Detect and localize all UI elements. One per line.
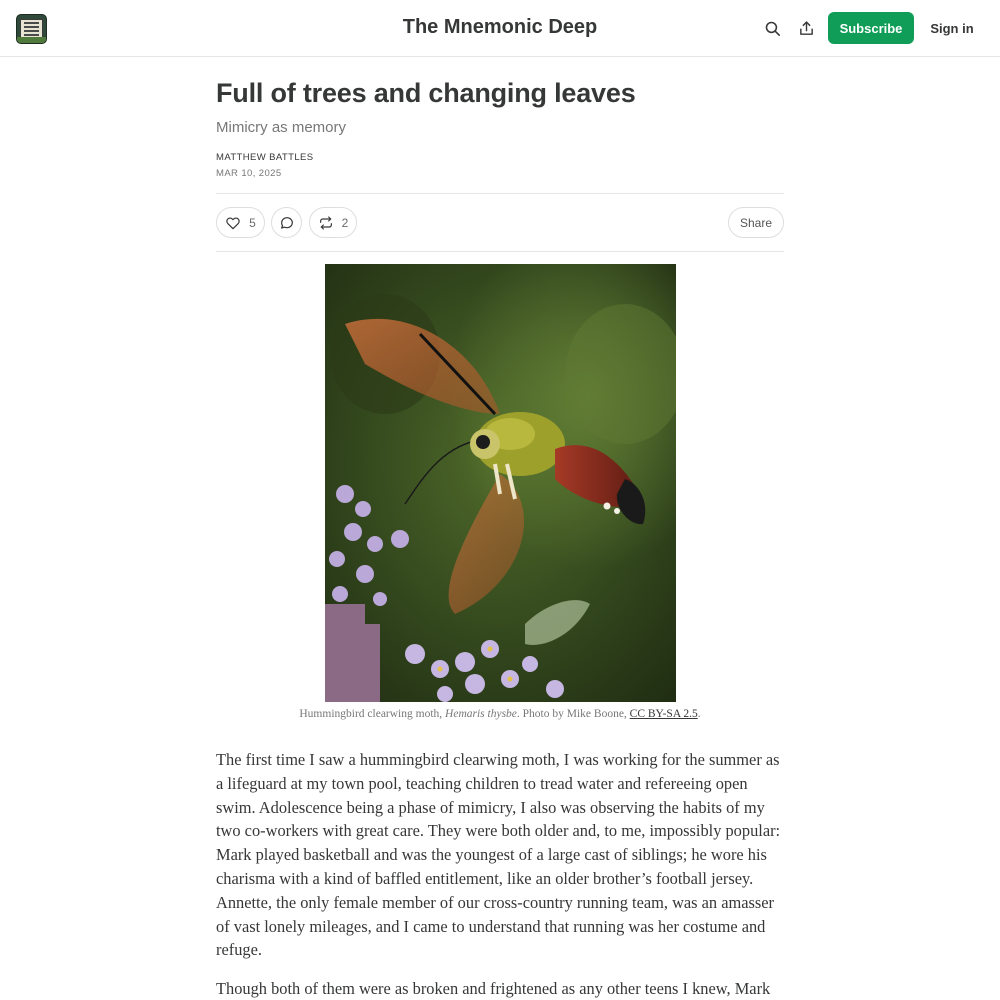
heart-icon — [226, 216, 240, 229]
divider-top — [216, 193, 784, 194]
body-paragraph-2: Though both of them were as broken and f… — [216, 979, 771, 998]
moth-photo[interactable] — [325, 264, 676, 702]
caption-prefix: Hummingbird clearwing moth, — [299, 708, 446, 720]
hummingbird-moth-image — [325, 264, 676, 702]
like-count: 5 — [249, 215, 256, 230]
post-date: MAR 10, 2025 — [216, 168, 282, 179]
search-icon[interactable] — [761, 17, 783, 39]
author-name[interactable]: MATTHEW BATTLES — [216, 152, 313, 163]
comment-icon — [280, 216, 293, 229]
restack-count: 2 — [341, 215, 349, 230]
caption-species: Hemaris thysbe — [445, 708, 517, 720]
caption-credit: . Photo by Mike Boone, — [516, 708, 630, 720]
share-button[interactable]: Share — [728, 207, 784, 238]
restack-button[interactable]: 2 — [309, 207, 357, 238]
divider-bottom — [216, 251, 784, 252]
top-navigation-bar: The Mnemonic Deep Subscribe Sign in — [0, 0, 1000, 57]
photo-caption: Hummingbird clearwing moth, Hemaris thys… — [216, 708, 784, 720]
body-paragraph-1: The first time I saw a hummingbird clear… — [216, 750, 781, 960]
license-link[interactable]: CC BY-SA 2.5 — [630, 708, 698, 720]
post-title: Full of trees and changing leaves — [216, 78, 636, 108]
post-subtitle: Mimicry as memory — [216, 119, 346, 136]
sign-in-button[interactable]: Sign in — [925, 12, 979, 44]
restack-icon — [319, 215, 332, 230]
comment-button[interactable] — [271, 207, 302, 238]
subscribe-button[interactable]: Subscribe — [828, 12, 914, 44]
caption-end: . — [697, 708, 701, 720]
like-button[interactable]: 5 — [216, 207, 265, 238]
share-upload-icon[interactable] — [795, 17, 817, 39]
